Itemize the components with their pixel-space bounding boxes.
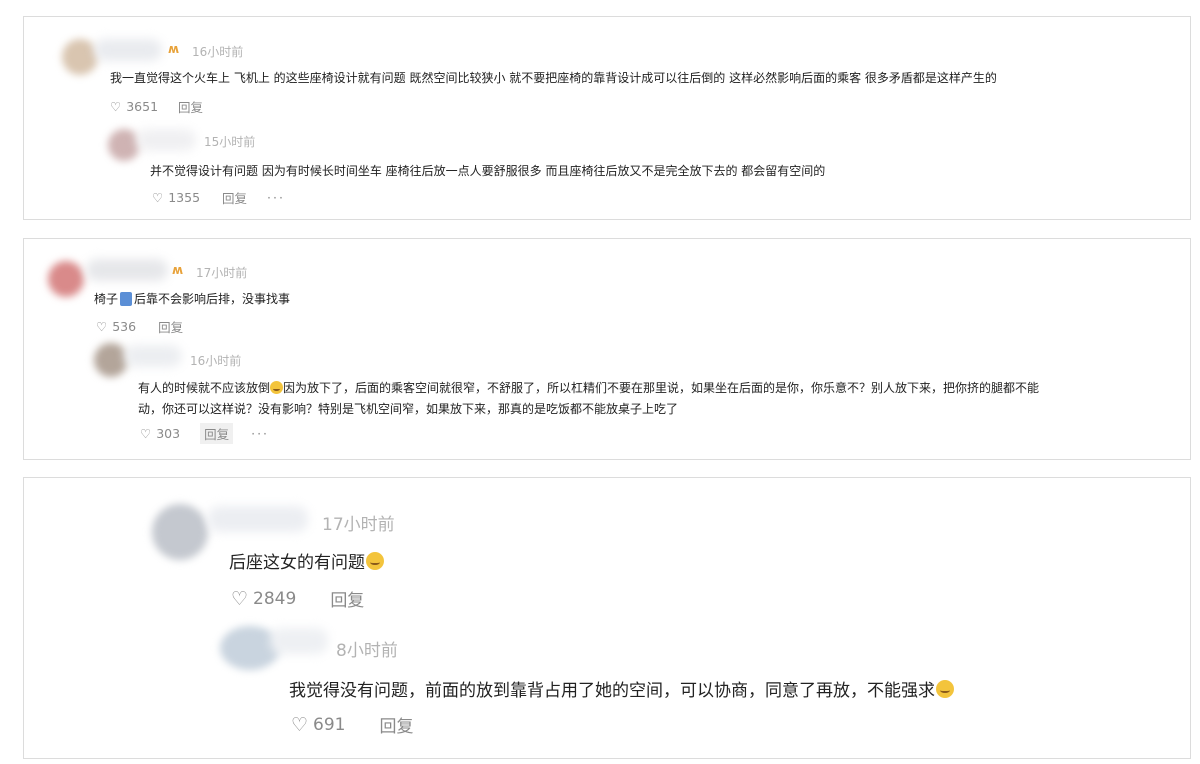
username-blurred[interactable] <box>86 259 168 281</box>
reply-actions: ♡ 1355 回复 ··· <box>152 188 285 207</box>
heart-outline-icon[interactable]: ♡ <box>291 714 308 736</box>
like-count[interactable]: 3651 <box>126 99 158 114</box>
vip-badge-icon: ʍ <box>168 42 180 56</box>
reply-text-part: 有人的时候就不应该放倒 <box>138 381 271 395</box>
comment-text: 我一直觉得这个火车上 飞机上 的这些座椅设计就有问题 既然空间比较狭小 就不要把… <box>110 71 997 85</box>
reply-button[interactable]: 回复 <box>200 423 234 444</box>
shocked-emoji-icon <box>270 381 284 394</box>
comment-actions: ♡ 2849 回复 <box>231 586 364 612</box>
like-count[interactable]: 303 <box>156 426 180 441</box>
reply-time: 15小时前 <box>204 135 256 149</box>
heart-outline-icon[interactable]: ♡ <box>231 588 248 610</box>
comment-text-part: 后座这女的有问题 <box>229 553 365 573</box>
comment-card: ʍ 16小时前 我一直觉得这个火车上 飞机上 的这些座椅设计就有问题 既然空间比… <box>23 16 1191 220</box>
reply-text-part: 因为放下了，后面的乘客空间就很窄，不舒服了，所以杠精们不要在那里说，如果坐在后面… <box>283 381 1040 395</box>
avatar[interactable] <box>94 343 128 377</box>
reply-button[interactable]: 回复 <box>222 188 247 207</box>
comment-text-part: 后靠不会影响后排，没事找事 <box>134 292 291 306</box>
avatar[interactable] <box>108 129 140 161</box>
username-blurred[interactable] <box>270 628 328 654</box>
laughing-emoji-icon <box>936 679 954 698</box>
reply-text: 并不觉得设计有问题 因为有时候长时间坐车 座椅往后放一点人要舒服很多 而且座椅往… <box>150 164 826 178</box>
comment-time: 17小时前 <box>196 266 248 280</box>
username-blurred[interactable] <box>94 39 162 61</box>
laughing-emoji-icon <box>366 551 384 570</box>
comment-text: 后座这女的有问题 <box>229 548 384 573</box>
username-blurred[interactable] <box>124 345 182 367</box>
comment-text: 椅子 后靠不会影响后排，没事找事 <box>94 290 290 307</box>
heart-outline-icon[interactable]: ♡ <box>110 99 121 114</box>
heart-outline-icon[interactable]: ♡ <box>152 190 163 205</box>
more-options-icon[interactable]: ··· <box>251 426 269 441</box>
like-count[interactable]: 691 <box>313 715 345 735</box>
reply-text-line: 动，你还可以这样说？没有影响？特别是飞机空间窄，如果放下来，那真的是吃饭都不能放… <box>138 402 679 416</box>
comment-actions: ♡ 3651 回复 <box>110 97 203 116</box>
comment-time: 16小时前 <box>192 45 244 59</box>
chair-emoji-icon <box>120 291 133 306</box>
reply-text-part: 我觉得没有问题，前面的放到靠背占用了她的空间，可以协商，同意了再放，不能强求 <box>289 681 935 701</box>
comment-text-part: 椅子 <box>94 292 119 306</box>
avatar[interactable] <box>62 39 98 75</box>
like-count[interactable]: 1355 <box>168 190 200 205</box>
username-blurred[interactable] <box>208 506 308 532</box>
reply-text: 我觉得没有问题，前面的放到靠背占用了她的空间，可以协商，同意了再放，不能强求 <box>289 676 954 701</box>
reply-button[interactable]: 回复 <box>178 97 203 116</box>
avatar[interactable] <box>152 504 208 560</box>
reply-text: 有人的时候就不应该放倒 因为放下了，后面的乘客空间就很窄，不舒服了，所以杠精们不… <box>138 379 1039 396</box>
reply-button[interactable]: 回复 <box>158 317 183 336</box>
comment-card: ʍ 17小时前 椅子 后靠不会影响后排，没事找事 ♡ 536 回复 16小时前 … <box>23 238 1191 460</box>
heart-outline-icon[interactable]: ♡ <box>96 319 107 334</box>
username-blurred[interactable] <box>136 129 196 151</box>
like-count[interactable]: 2849 <box>253 589 296 609</box>
reply-button[interactable]: 回复 <box>380 712 414 737</box>
avatar[interactable] <box>48 261 84 297</box>
vip-badge-icon: ʍ <box>172 263 184 277</box>
reply-button[interactable]: 回复 <box>330 586 364 611</box>
reply-time: 16小时前 <box>190 354 242 368</box>
heart-outline-icon[interactable]: ♡ <box>140 426 151 441</box>
comment-time: 17小时前 <box>322 515 395 535</box>
more-options-icon[interactable]: ··· <box>267 190 285 205</box>
reply-actions: ♡ 691 回复 <box>291 712 414 738</box>
comment-card: 17小时前 后座这女的有问题 ♡ 2849 回复 8小时前 我觉得没有问题，前面… <box>23 477 1191 759</box>
reply-time: 8小时前 <box>336 641 398 661</box>
like-count[interactable]: 536 <box>112 319 136 334</box>
comment-actions: ♡ 536 回复 <box>96 317 183 336</box>
reply-actions: ♡ 303 回复 ··· <box>140 423 269 444</box>
